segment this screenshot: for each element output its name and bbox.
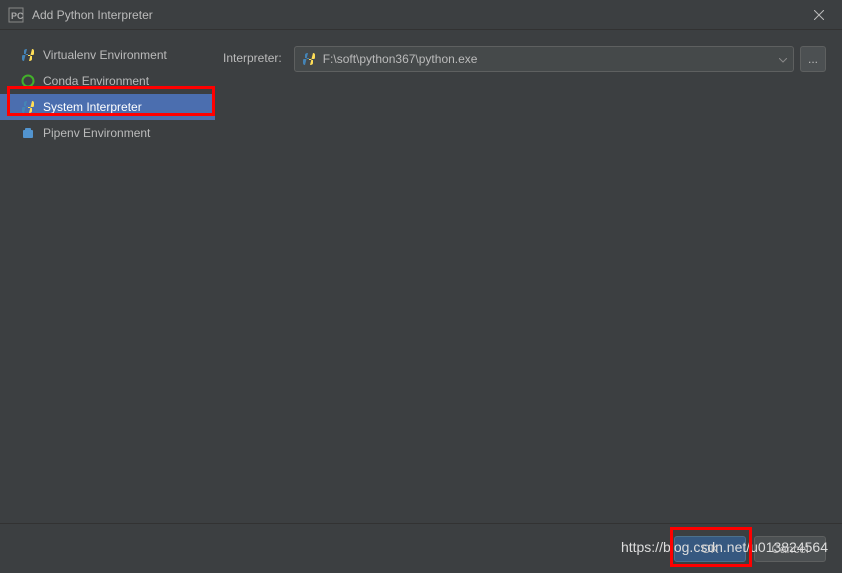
svg-text:PC: PC	[11, 11, 24, 21]
footer: OK Cancel	[0, 523, 842, 573]
cancel-button[interactable]: Cancel	[754, 536, 826, 562]
sidebar-item-label: System Interpreter	[43, 100, 142, 114]
titlebar: PC Add Python Interpreter	[0, 0, 842, 30]
sidebar: Virtualenv Environment Conda Environment…	[0, 30, 215, 523]
browse-label: ...	[808, 52, 818, 66]
ok-button[interactable]: OK	[674, 536, 746, 562]
interpreter-field-group: F:\soft\python367\python.exe ...	[294, 46, 826, 72]
conda-icon	[20, 73, 36, 89]
ok-label: OK	[701, 542, 718, 556]
python-icon	[20, 47, 36, 63]
interpreter-dropdown[interactable]: F:\soft\python367\python.exe	[294, 46, 794, 72]
interpreter-value: F:\soft\python367\python.exe	[323, 52, 478, 66]
app-icon: PC	[8, 7, 24, 23]
interpreter-label: Interpreter:	[223, 46, 282, 65]
sidebar-item-label: Virtualenv Environment	[43, 48, 167, 62]
close-button[interactable]	[804, 0, 834, 30]
sidebar-item-conda[interactable]: Conda Environment	[0, 68, 215, 94]
cancel-label: Cancel	[771, 542, 808, 556]
sidebar-item-virtualenv[interactable]: Virtualenv Environment	[0, 42, 215, 68]
sidebar-item-label: Conda Environment	[43, 74, 149, 88]
window-title: Add Python Interpreter	[32, 8, 804, 22]
chevron-down-icon	[779, 52, 787, 66]
sidebar-item-system[interactable]: System Interpreter	[0, 94, 215, 120]
browse-button[interactable]: ...	[800, 46, 826, 72]
sidebar-item-pipenv[interactable]: Pipenv Environment	[0, 120, 215, 146]
content-area: Virtualenv Environment Conda Environment…	[0, 30, 842, 523]
python-icon	[301, 51, 317, 67]
sidebar-item-label: Pipenv Environment	[43, 126, 150, 140]
python-icon	[20, 99, 36, 115]
pipenv-icon	[20, 125, 36, 141]
main-panel: Interpreter: F:\soft\python367\python.ex…	[215, 30, 842, 523]
